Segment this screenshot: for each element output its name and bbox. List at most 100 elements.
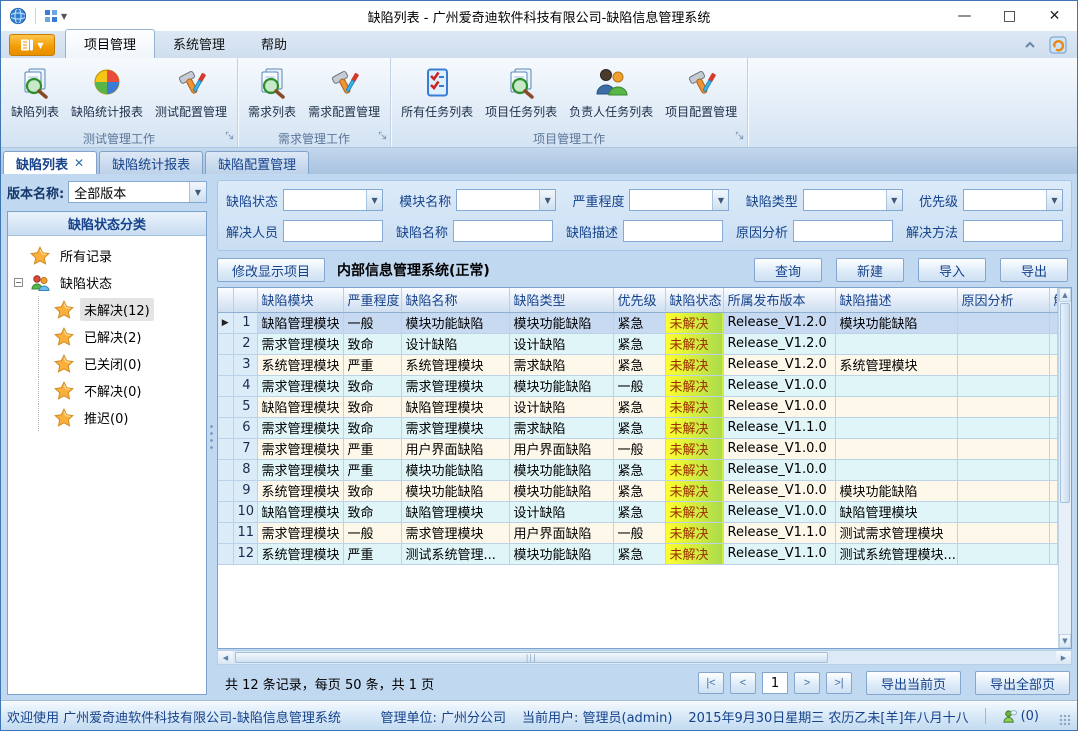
close-button[interactable]: ✕ [1032,1,1077,31]
column-header-9[interactable]: 解决方法 [1049,288,1058,312]
chevron-down-icon[interactable]: ▼ [539,190,555,210]
modify-columns-button[interactable]: 修改显示项目 [217,258,325,282]
table-row[interactable]: 7需求管理模块严重用户界面缺陷用户界面缺陷一般未解决Release_V1.0.0 [218,438,1058,459]
help-icon[interactable] [1049,36,1067,54]
filter-field-solution[interactable] [963,220,1063,242]
dialog-launcher-icon[interactable] [225,129,234,144]
tree-item-all-records[interactable]: 所有记录 [8,242,206,269]
filter-field-defect-status[interactable]: ▼ [283,189,383,211]
column-header-1[interactable]: 严重程度 [343,288,401,312]
module-name-input[interactable] [457,190,539,210]
column-header-2[interactable]: 缺陷名称 [401,288,509,312]
ribbon-button-requirement-config-mgmt[interactable]: 需求配置管理 [302,62,386,122]
last-page-button[interactable]: >| [826,672,852,694]
minimize-button[interactable]: — [942,1,987,31]
resize-grip[interactable] [1059,714,1071,726]
column-header-7[interactable]: 缺陷描述 [835,288,957,312]
filter-field-cause-analysis[interactable] [793,220,893,242]
chevron-down-icon[interactable]: ▼ [886,190,902,210]
chevron-down-icon[interactable]: ▼ [712,190,728,210]
horizontal-scroll-thumb[interactable]: ||| [235,652,828,663]
tree-item-unresolved[interactable]: 未解决(12) [8,296,206,323]
filter-field-severity[interactable]: ▼ [629,189,729,211]
severity-input[interactable] [630,190,712,210]
ribbon-button-requirement-list[interactable]: 需求列表 [242,62,302,122]
filter-field-module-name[interactable]: ▼ [456,189,556,211]
application-menu-button[interactable]: ▼ [9,34,55,56]
table-row[interactable]: ▶1缺陷管理模块一般模块功能缺陷模块功能缺陷紧急未解决Release_V1.2.… [218,312,1058,333]
priority-input[interactable] [964,190,1046,210]
defect-status-input[interactable] [284,190,366,210]
table-row[interactable]: 9系统管理模块致命模块功能缺陷模块功能缺陷紧急未解决Release_V1.0.0… [218,480,1058,501]
tree-item-closed[interactable]: 已关闭(0) [8,350,206,377]
horizontal-scroll-track[interactable]: ||| [233,651,1056,664]
table-row[interactable]: 10缺陷管理模块致命缺陷管理模块设计缺陷紧急未解决Release_V1.0.0缺… [218,501,1058,522]
table-row[interactable]: 11需求管理模块一般需求管理模块用户界面缺陷一般未解决Release_V1.1.… [218,522,1058,543]
maximize-button[interactable]: □ [987,1,1032,31]
ribbon-tab-help[interactable]: 帮助 [243,30,305,58]
document-tab-defect-stats-report[interactable]: 缺陷统计报表 [99,151,203,174]
document-tab-defect-list[interactable]: 缺陷列表✕ [3,151,97,174]
ribbon-button-defect-list[interactable]: 缺陷列表 [5,62,65,122]
column-header-8[interactable]: 原因分析 [957,288,1049,312]
tree-item-wont-fix[interactable]: 不解决(0) [8,377,206,404]
new-button[interactable]: 新建 [836,258,904,282]
table-row[interactable]: 4需求管理模块致命需求管理模块模块功能缺陷一般未解决Release_V1.0.0 [218,375,1058,396]
message-indicator[interactable]: (0) [1002,709,1039,724]
vertical-scroll-thumb[interactable] [1060,303,1070,503]
ribbon-button-defect-stats-report[interactable]: 缺陷统计报表 [65,62,149,122]
collapse-ribbon-icon[interactable] [1023,40,1037,50]
vertical-scrollbar[interactable]: ▲ ▼ [1058,288,1071,648]
column-header-6[interactable]: 所属发布版本 [723,288,835,312]
table-row[interactable]: 3系统管理模块严重系统管理模块需求缺陷紧急未解决Release_V1.2.0系统… [218,354,1058,375]
export-all-pages-button[interactable]: 导出全部页 [975,671,1070,695]
scroll-up-icon[interactable]: ▲ [1059,288,1071,302]
dialog-launcher-icon[interactable] [735,129,744,144]
document-tab-defect-config-mgmt[interactable]: 缺陷配置管理 [205,151,309,174]
solution-input[interactable] [964,221,1062,241]
filter-field-defect-name[interactable] [453,220,553,242]
defect-desc-input[interactable] [624,221,722,241]
ribbon-button-owner-tasks-list[interactable]: 负责人任务列表 [563,62,659,122]
ribbon-button-project-config-mgmt[interactable]: 项目配置管理 [659,62,743,122]
dialog-launcher-icon[interactable] [378,129,387,144]
tree-item-defect-status[interactable]: −缺陷状态 [8,269,206,296]
filter-field-defect-desc[interactable] [623,220,723,242]
column-header-5[interactable]: 缺陷状态 [665,288,723,312]
chevron-down-icon[interactable]: ▼ [366,190,382,210]
filter-field-priority[interactable]: ▼ [963,189,1063,211]
column-header-0[interactable]: 缺陷模块 [257,288,343,312]
version-combo[interactable]: 全部版本 ▼ [68,181,207,203]
horizontal-scrollbar[interactable]: ◀ ||| ▶ [217,650,1072,665]
tree-item-postponed[interactable]: 推迟(0) [8,404,206,431]
scroll-right-icon[interactable]: ▶ [1056,651,1071,664]
first-page-button[interactable]: |< [698,672,724,694]
filter-field-resolver[interactable] [283,220,383,242]
tree-item-resolved[interactable]: 已解决(2) [8,323,206,350]
column-header-3[interactable]: 缺陷类型 [509,288,613,312]
table-row[interactable]: 12系统管理模块严重测试系统管理...模块功能缺陷紧急未解决Release_V1… [218,543,1058,564]
defect-type-input[interactable] [804,190,886,210]
prev-page-button[interactable]: < [730,672,756,694]
table-row[interactable]: 2需求管理模块致命设计缺陷设计缺陷紧急未解决Release_V1.2.0 [218,333,1058,354]
close-icon[interactable]: ✕ [74,156,84,170]
ribbon-button-test-config-mgmt[interactable]: 测试配置管理 [149,62,233,122]
table-row[interactable]: 8需求管理模块严重模块功能缺陷模块功能缺陷紧急未解决Release_V1.0.0 [218,459,1058,480]
table-row[interactable]: 6需求管理模块致命需求管理模块需求缺陷紧急未解决Release_V1.1.0 [218,417,1058,438]
export-button[interactable]: 导出 [1000,258,1068,282]
next-page-button[interactable]: > [794,672,820,694]
chevron-down-icon[interactable]: ▼ [189,182,206,202]
resolver-input[interactable] [284,221,382,241]
export-current-page-button[interactable]: 导出当前页 [866,671,961,695]
ribbon-tab-project-mgmt[interactable]: 项目管理 [65,29,155,58]
ribbon-button-all-tasks-list[interactable]: 所有任务列表 [395,62,479,122]
page-number-input[interactable] [762,672,788,694]
table-row[interactable]: 5缺陷管理模块致命缺陷管理模块设计缺陷紧急未解决Release_V1.0.0 [218,396,1058,417]
splitter[interactable] [207,174,215,701]
filter-field-defect-type[interactable]: ▼ [803,189,903,211]
collapse-node-icon[interactable]: − [14,278,23,287]
query-button[interactable]: 查询 [754,258,822,282]
import-button[interactable]: 导入 [918,258,986,282]
column-header-4[interactable]: 优先级 [613,288,665,312]
quick-access-toolbar-button[interactable]: ▼ [44,9,67,23]
